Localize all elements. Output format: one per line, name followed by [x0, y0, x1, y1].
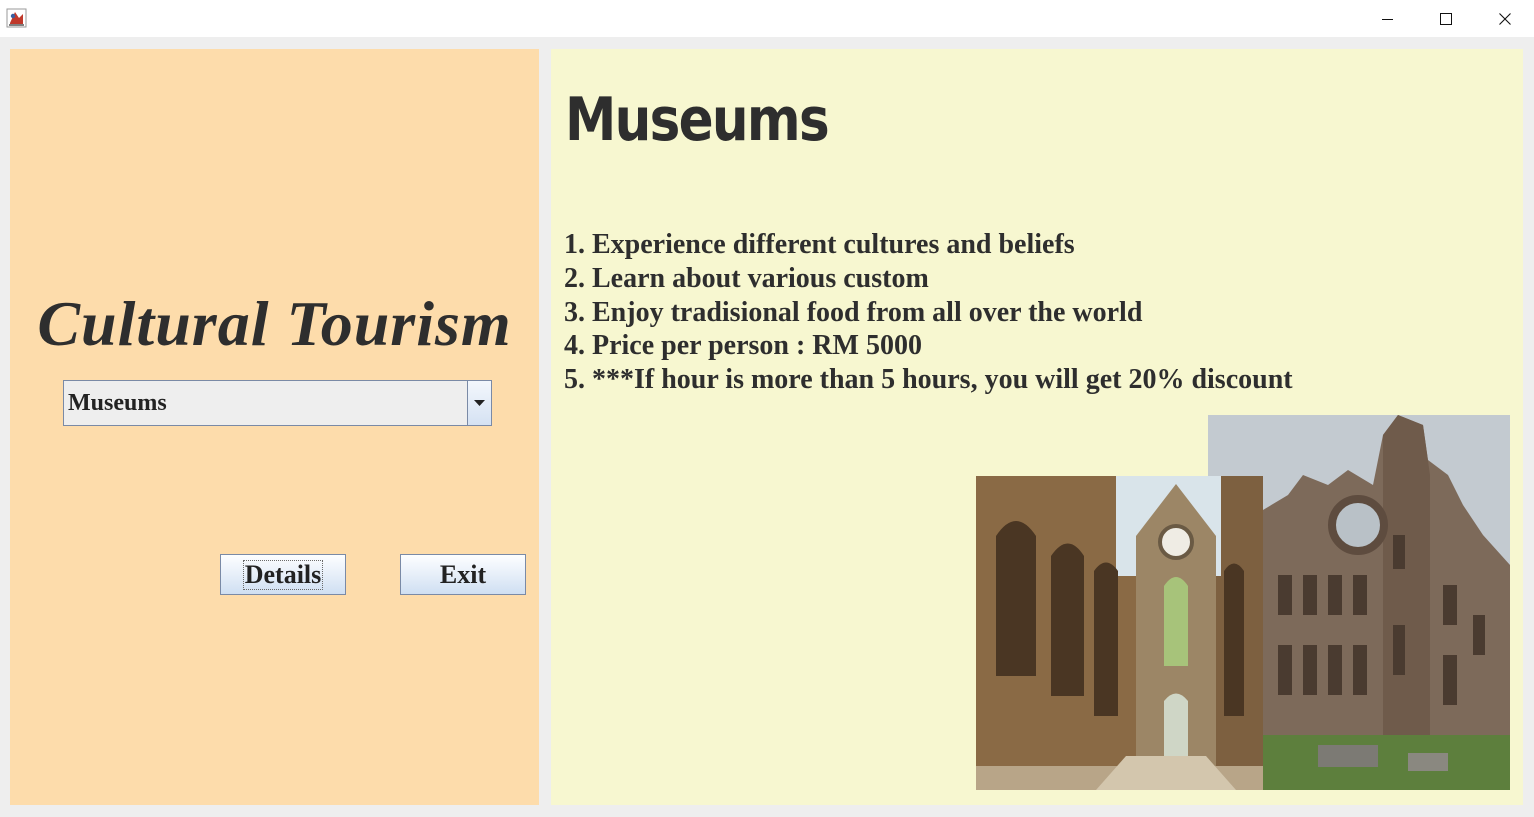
- feature-item: 2. Learn about various custom: [564, 262, 929, 294]
- feature-item: 4. Price per person : RM 5000: [564, 330, 922, 362]
- feature-item: 1. Experience different cultures and bel…: [564, 229, 1075, 260]
- chevron-down-icon: [474, 400, 485, 406]
- minimize-button[interactable]: [1359, 0, 1417, 37]
- category-select-toggle[interactable]: [467, 381, 491, 425]
- abbey-ruins-interior-photo: [976, 476, 1263, 790]
- feature-item: 3. Enjoy tradisional food from all over …: [564, 296, 1143, 328]
- details-button-label: Details: [242, 559, 324, 590]
- feature-item: 5. ***If hour is more than 5 hours, you …: [564, 364, 1293, 396]
- right-panel: Museums 1. Experience different cultures…: [551, 49, 1523, 805]
- category-select[interactable]: Museums: [63, 380, 492, 426]
- category-select-value: Museums: [68, 390, 167, 416]
- exit-button-label: Exit: [439, 559, 487, 589]
- java-app-icon: [6, 8, 27, 28]
- details-button[interactable]: Details: [220, 554, 346, 595]
- maximize-button[interactable]: [1417, 0, 1475, 37]
- maximize-icon: [1440, 12, 1452, 25]
- close-button[interactable]: [1476, 0, 1534, 37]
- exit-button[interactable]: Exit: [400, 554, 526, 595]
- left-panel: Cultural Tourism Museums Details Exit: [10, 49, 539, 805]
- minimize-icon: [1382, 18, 1393, 20]
- window-titlebar: [0, 0, 1534, 37]
- brand-title: Cultural Tourism: [37, 288, 512, 359]
- close-icon: [1499, 12, 1511, 25]
- page-title: Museums: [565, 85, 830, 155]
- feature-list: 1. Experience different cultures and bel…: [564, 228, 1293, 397]
